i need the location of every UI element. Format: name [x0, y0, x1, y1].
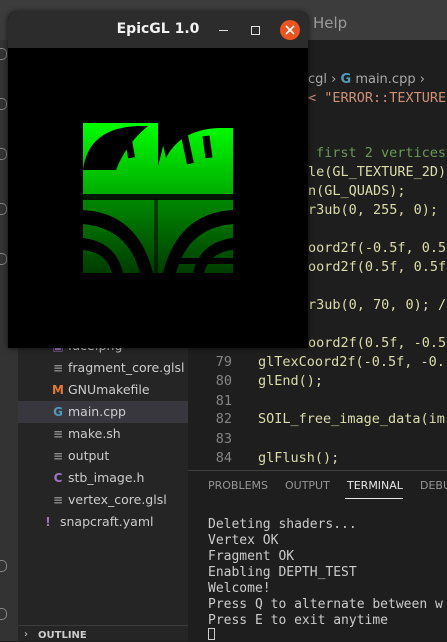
close-button[interactable] — [280, 20, 300, 40]
window-titlebar[interactable]: EpicGL 1.0 — [8, 12, 308, 48]
list-icon: ≡ — [52, 449, 64, 463]
outline-divider — [18, 625, 188, 626]
file-output[interactable]: ≡ output — [18, 445, 188, 467]
file-stb-image-h[interactable]: C stb_image.h — [18, 467, 188, 489]
makefile-icon: M — [52, 383, 64, 397]
file-gnumakefile[interactable]: M GNUmakefile — [18, 379, 188, 401]
code-line: oord2f(0.5f, -0.5 — [308, 335, 447, 351]
code-line: oord2f(-0.5f, 0.5 — [308, 240, 447, 256]
file-snapcraft-yaml[interactable]: ! snapcraft.yaml — [18, 511, 188, 533]
textured-quad — [83, 123, 233, 273]
code-line: < "ERROR::TEXTURE — [308, 90, 447, 106]
breadcrumb-file[interactable]: main.cpp — [355, 72, 415, 87]
epicgl-window[interactable]: EpicGL 1.0 — [8, 12, 308, 348]
terminal-line: Welcome! — [208, 581, 271, 596]
line-number: 80 — [215, 373, 232, 389]
code-line: glTexCoord2f(-0.5f, -0. — [258, 354, 445, 370]
line-number: 84 — [215, 450, 232, 466]
code-line: le(GL_TEXTURE_2D) — [308, 164, 447, 180]
terminal-line: Fragment OK — [208, 549, 295, 564]
source-control-icon[interactable] — [0, 148, 7, 160]
outline-section-header[interactable]: OUTLINE — [38, 630, 87, 641]
run-debug-icon[interactable] — [0, 203, 7, 215]
breadcrumb-separator: › — [419, 72, 425, 87]
chevron-right-icon[interactable]: › — [24, 629, 28, 640]
list-icon: ≡ — [52, 361, 64, 375]
code-line: r3ub(0, 70, 0); / — [308, 297, 447, 313]
list-icon: ≡ — [52, 493, 64, 507]
file-make-sh[interactable]: ≡ make.sh — [18, 423, 188, 445]
search-icon[interactable] — [0, 98, 7, 110]
line-number: 83 — [215, 431, 232, 447]
manage-gear-icon[interactable] — [0, 608, 7, 620]
file-main-cpp[interactable]: G main.cpp — [18, 401, 188, 423]
breadcrumb-separator: › — [331, 72, 337, 87]
active-tab-indicator — [345, 498, 403, 499]
c-header-icon: C — [53, 471, 63, 485]
menu-help[interactable]: Help — [313, 14, 347, 32]
terminal-line: Deleting shaders... — [208, 517, 357, 532]
file-vertex-core-glsl[interactable]: ≡ vertex_core.glsl — [18, 489, 188, 511]
cpp-icon: G — [340, 72, 352, 87]
tab-terminal[interactable]: TERMINAL — [347, 479, 403, 492]
code-line: oord2f(0.5f, 0.5f — [308, 259, 447, 275]
terminal-line: Vertex OK — [208, 533, 279, 548]
code-comment: first 2 vertices — [316, 145, 447, 161]
tab-output[interactable]: OUTPUT — [285, 479, 330, 492]
opengl-viewport[interactable] — [8, 48, 308, 348]
explorer-icon[interactable] — [0, 48, 7, 60]
breadcrumb-folder[interactable]: cgl — [308, 72, 327, 87]
code-line: glFlush(); — [258, 450, 340, 466]
line-number: 79 — [215, 354, 232, 370]
terminal-line: Press E to exit anytime — [208, 613, 389, 628]
terminal-cursor — [208, 628, 215, 640]
tab-problems[interactable]: PROBLEMS — [208, 479, 268, 492]
yaml-icon: ! — [45, 515, 51, 529]
terminal-line: Press Q to alternate between w — [208, 597, 443, 612]
minimize-button[interactable] — [216, 22, 232, 38]
terminal-line: Enabling DEPTH_TEST — [208, 565, 357, 580]
account-icon[interactable] — [0, 560, 7, 572]
code-line: SOIL_free_image_data(im — [258, 411, 445, 427]
line-number: 81 — [215, 393, 232, 409]
extensions-icon[interactable] — [0, 253, 7, 265]
file-fragment-core-glsl[interactable]: ≡ fragment_core.glsl — [18, 357, 188, 379]
code-line: glEnd(); — [258, 373, 324, 389]
tab-debug-console[interactable]: DEBU — [420, 479, 447, 492]
bottom-panel: PROBLEMS OUTPUT TERMINAL DEBU Deleting s… — [188, 470, 447, 642]
list-icon: ≡ — [52, 427, 64, 441]
code-line: n(GL_QUADS); — [308, 183, 406, 199]
close-icon — [285, 25, 295, 35]
maximize-button[interactable] — [248, 22, 264, 38]
code-line: r3ub(0, 255, 0); — [308, 202, 439, 218]
breadcrumb: cgl › G main.cpp › — [308, 72, 425, 87]
line-number: 82 — [215, 411, 232, 427]
cpp-icon: G — [53, 405, 63, 419]
